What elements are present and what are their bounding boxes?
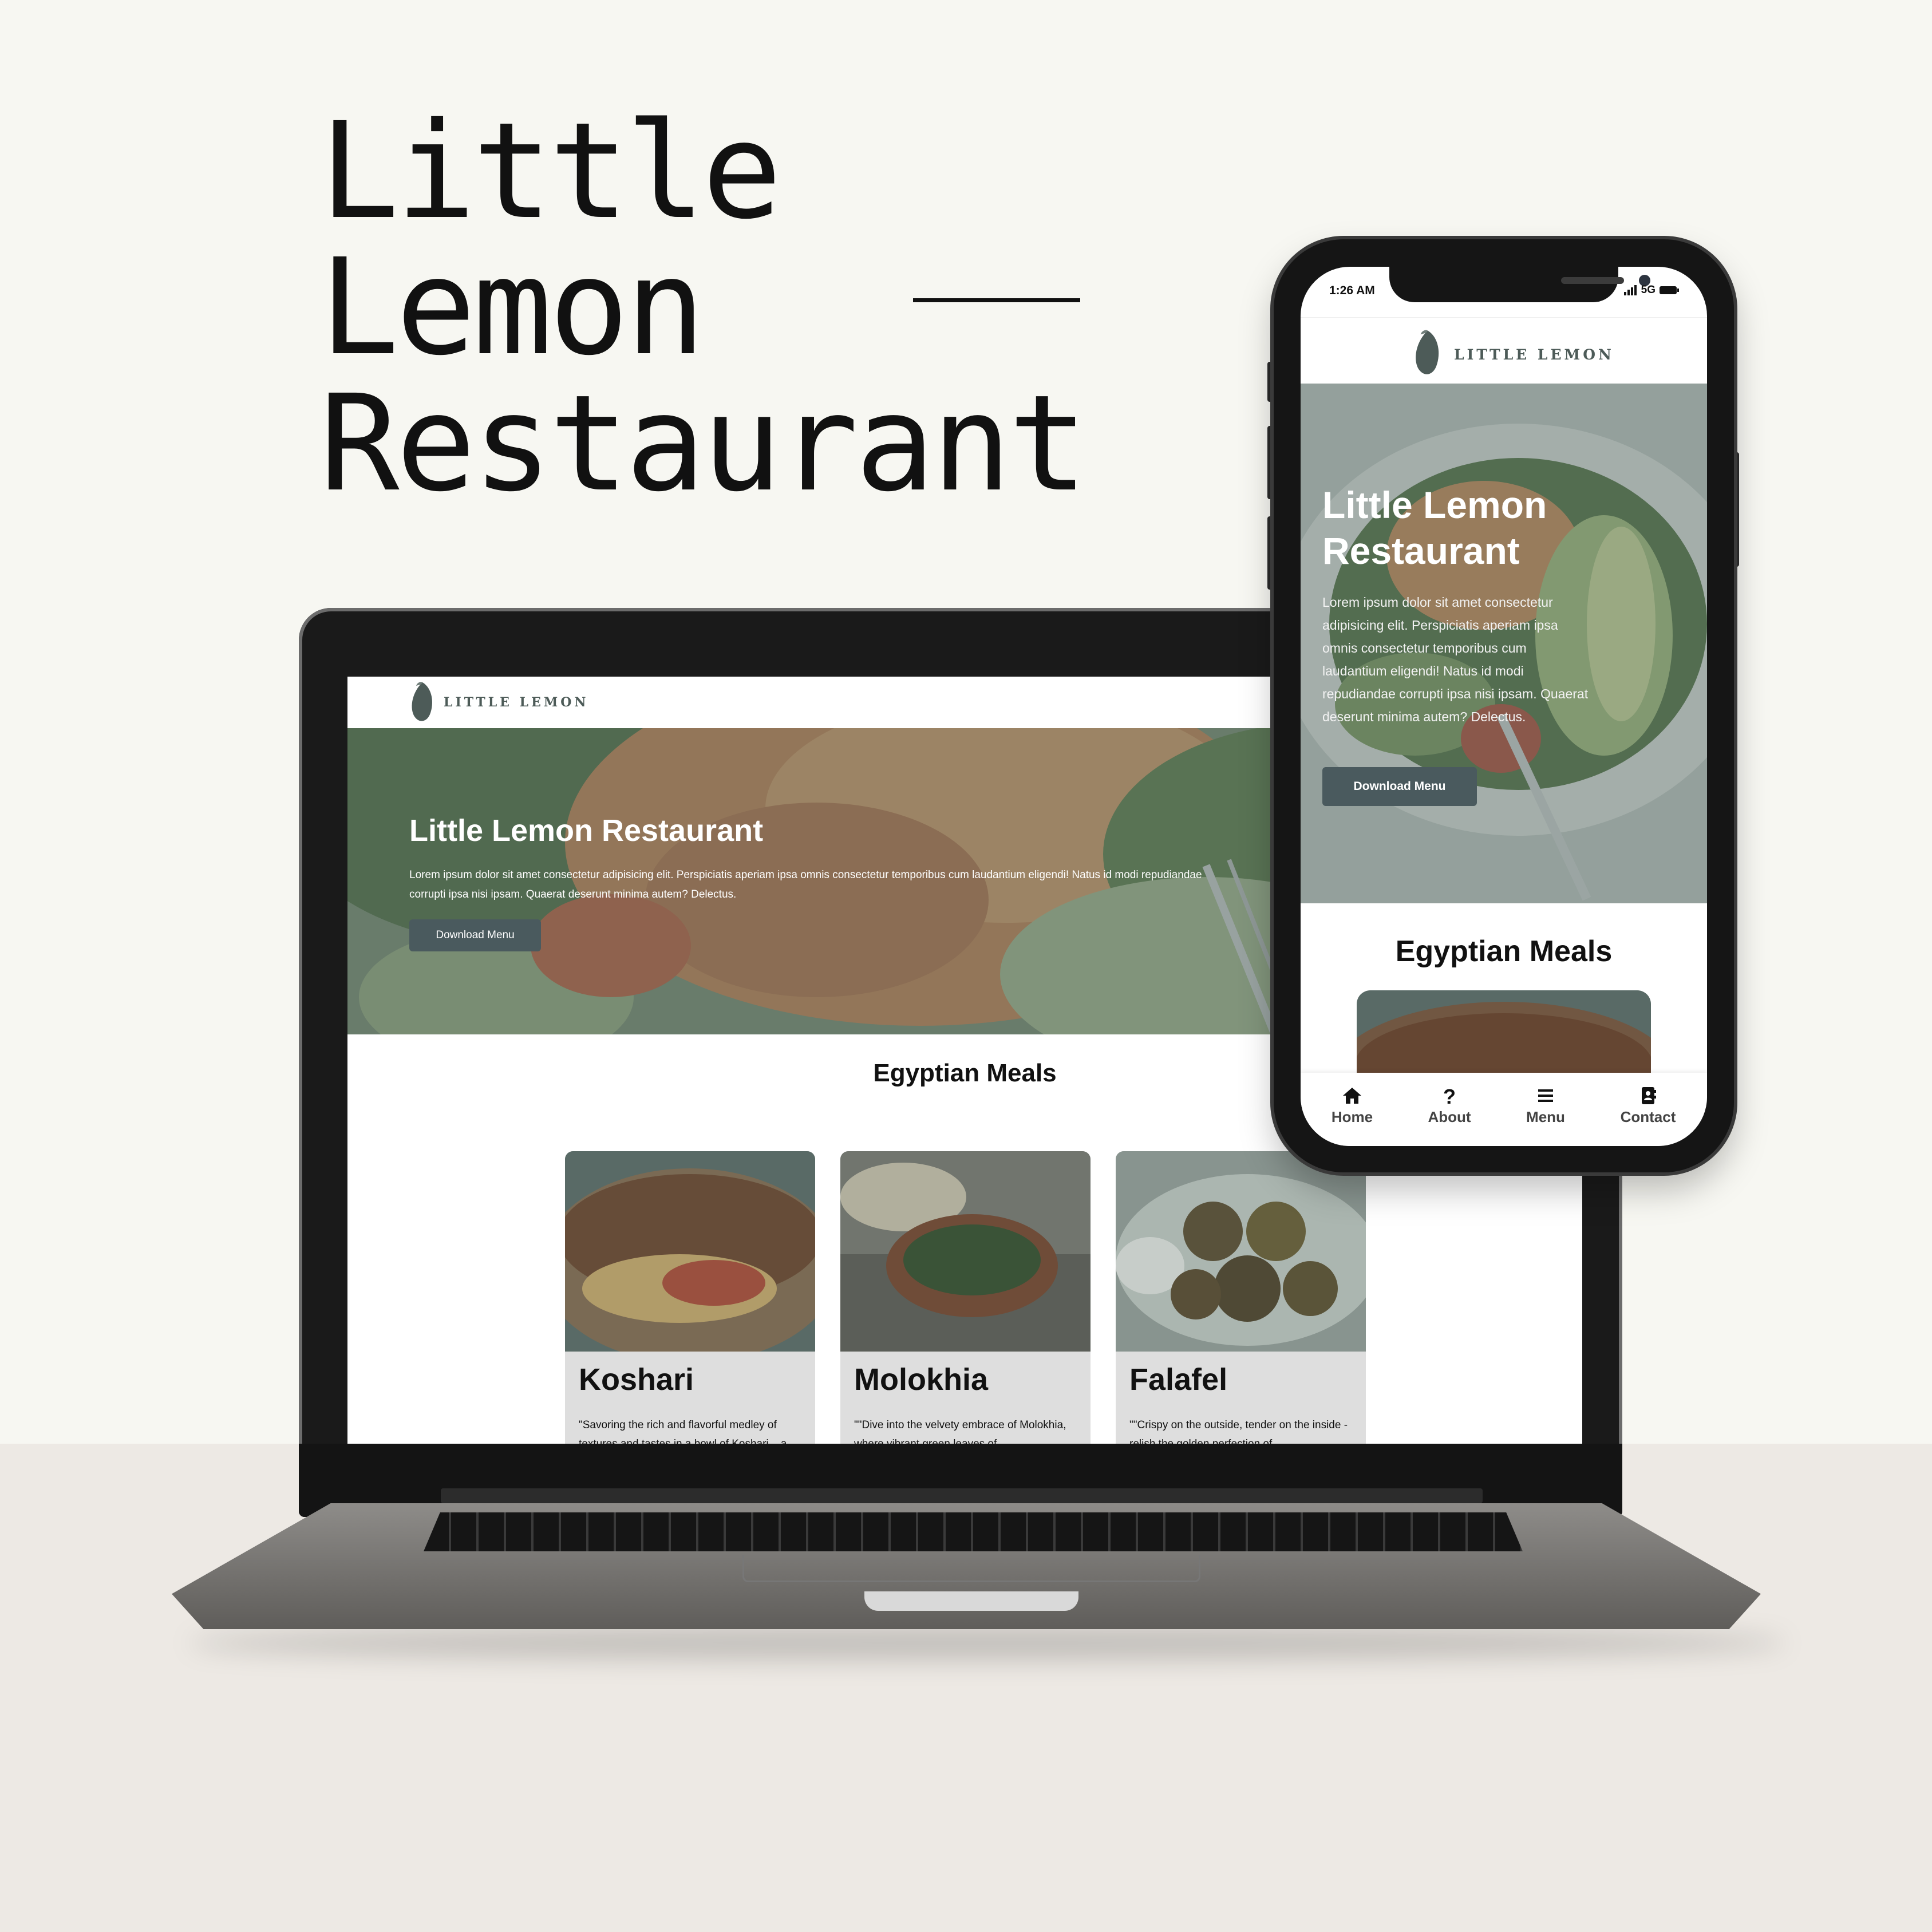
meal-card-falafel[interactable]: Falafel ""Crispy on the outside, tender … bbox=[1116, 1151, 1366, 1444]
koshari-photo bbox=[1357, 990, 1651, 1076]
tab-home[interactable]: Home bbox=[1309, 1084, 1395, 1126]
mobile-hero-title: Little Lemon Restaurant bbox=[1322, 484, 1547, 572]
mobile-site: 1:26 AM 5G LITTLE LEMON Little Lemon Res… bbox=[1301, 267, 1707, 1146]
lemon-leaf-logo-icon[interactable] bbox=[409, 680, 436, 725]
status-bar-right: 5G bbox=[1623, 284, 1680, 297]
mobile-brand[interactable]: LITTLE LEMON bbox=[1454, 346, 1614, 363]
lemon-leaf-logo-icon[interactable] bbox=[1413, 328, 1443, 378]
meal-card-text: ""Crispy on the outside, tender on the i… bbox=[1129, 1419, 1348, 1444]
battery-icon bbox=[1660, 286, 1679, 294]
tab-label: Menu bbox=[1526, 1108, 1565, 1125]
desktop-download-menu-button[interactable]: Download Menu bbox=[409, 919, 541, 951]
meal-card-koshari[interactable]: Koshari "Savoring the rich and flavorful… bbox=[565, 1151, 815, 1444]
desktop-brand[interactable]: LITTLE LEMON bbox=[444, 695, 588, 710]
desktop-hero-text: Lorem ipsum dolor sit amet consectetur a… bbox=[409, 869, 1202, 900]
phone-speaker bbox=[1561, 277, 1624, 284]
falafel-photo bbox=[1116, 1151, 1366, 1352]
mobile-meal-card-koshari[interactable] bbox=[1357, 990, 1651, 1076]
meal-card-title: Falafel bbox=[1129, 1362, 1228, 1397]
mobile-nav: LITTLE LEMON bbox=[1301, 317, 1707, 384]
contact-book-icon bbox=[1642, 1087, 1656, 1104]
meal-card-text: "Savoring the rich and flavorful medley … bbox=[579, 1419, 787, 1444]
mobile-section-title: Egyptian Meals bbox=[1395, 935, 1613, 968]
headline-line-2: Lemon bbox=[319, 230, 705, 385]
meal-card-text: ""Dive into the velvety embrace of Molok… bbox=[854, 1419, 1066, 1444]
mobile-hero: Little Lemon Restaurant Lorem ipsum dolo… bbox=[1301, 384, 1707, 903]
mobile-hero-text: Lorem ipsum dolor sit amet consectetur a… bbox=[1322, 595, 1589, 724]
menu-icon bbox=[1538, 1089, 1553, 1102]
tab-menu[interactable]: Menu bbox=[1503, 1084, 1589, 1126]
headline-rule bbox=[913, 298, 1080, 302]
status-time: 1:26 AM bbox=[1329, 284, 1375, 297]
status-network: 5G bbox=[1641, 284, 1656, 296]
question-icon: ? bbox=[1443, 1085, 1456, 1107]
tab-about[interactable]: ? About bbox=[1406, 1084, 1492, 1126]
molokhia-photo bbox=[840, 1151, 1091, 1352]
phone-notch bbox=[1389, 267, 1650, 302]
meal-card-title: Molokhia bbox=[854, 1362, 989, 1397]
laptop-shadow bbox=[189, 1626, 1786, 1660]
headline: Little Lemon Restaurant bbox=[319, 94, 1088, 521]
svg-text:?: ? bbox=[1443, 1085, 1456, 1107]
mobile-download-menu-button[interactable]: Download Menu bbox=[1322, 767, 1477, 806]
tab-contact[interactable]: Contact bbox=[1605, 1084, 1691, 1126]
laptop-hinge bbox=[441, 1488, 1483, 1503]
home-icon bbox=[1343, 1088, 1361, 1104]
tab-label: Home bbox=[1331, 1108, 1373, 1125]
signal-icon bbox=[1623, 285, 1637, 295]
koshari-photo bbox=[565, 1151, 815, 1352]
desktop-hero-title: Little Lemon Restaurant bbox=[409, 813, 764, 848]
meal-card-title: Koshari bbox=[579, 1362, 694, 1397]
mobile-tab-bar: Home ? About Menu Contact bbox=[1301, 1073, 1707, 1146]
laptop-notch bbox=[864, 1591, 1078, 1611]
tab-label: About bbox=[1428, 1108, 1471, 1125]
headline-line-3: Restaurant bbox=[319, 366, 1088, 521]
tab-label: Contact bbox=[1620, 1108, 1676, 1125]
laptop-keyboard bbox=[424, 1512, 1523, 1551]
meal-card-molokhia[interactable]: Molokhia ""Dive into the velvety embrace… bbox=[840, 1151, 1091, 1444]
headline-line-1: Little bbox=[319, 94, 782, 248]
laptop-trackpad bbox=[742, 1555, 1200, 1582]
